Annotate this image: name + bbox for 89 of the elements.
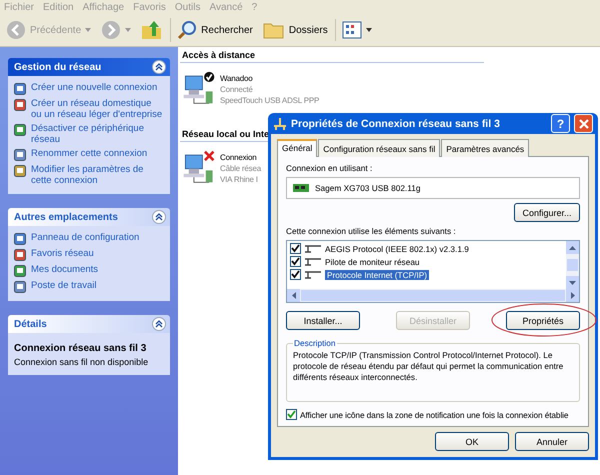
connection-device: SpeedTouch USB ADSL PPP bbox=[220, 95, 320, 106]
adapter-name: Sagem XG703 USB 802.11g bbox=[315, 183, 420, 193]
connect-using-label: Connexion en utilisant : bbox=[286, 163, 374, 173]
menu-item[interactable]: Avancé bbox=[209, 2, 243, 12]
tab[interactable]: Configuration réseaux sans fil bbox=[318, 139, 440, 157]
details-status: Connexion sans fil non disponible bbox=[14, 357, 150, 367]
collapse-icon[interactable] bbox=[152, 210, 166, 224]
description-title: Description bbox=[293, 338, 337, 348]
network-icon bbox=[273, 116, 287, 130]
task-link[interactable]: Favoris réseau bbox=[31, 248, 94, 259]
details-name: Connexion réseau sans fil 3 bbox=[14, 343, 148, 354]
checkbox[interactable] bbox=[290, 243, 301, 254]
menu-item[interactable]: ? bbox=[252, 2, 258, 12]
component-item[interactable]: AEGIS Protocol (IEEE 802.1x) v2.3.1.9 bbox=[325, 244, 469, 254]
tab[interactable]: Général bbox=[277, 139, 318, 157]
action-button[interactable]: Installer... bbox=[286, 311, 360, 330]
search-button[interactable]: Rechercher bbox=[170, 18, 256, 42]
panel-title: Autres emplacements bbox=[14, 212, 118, 222]
description-text: Protocole TCP/IP (Transmission Control Protocol/Internet Protocol). Le protocole de réseau étendu par défaut qui permet la communication entre différents réseaux interconnectés. bbox=[293, 350, 564, 383]
help-button[interactable]: ? bbox=[551, 114, 570, 133]
close-button[interactable] bbox=[574, 114, 593, 133]
protocol-icon bbox=[304, 257, 322, 266]
folder-arrow-icon bbox=[141, 20, 164, 40]
collapse-icon[interactable] bbox=[152, 317, 166, 331]
connection-device: VIA Rhine I bbox=[220, 174, 259, 185]
task-icon bbox=[14, 124, 26, 136]
task-icon bbox=[14, 165, 26, 177]
components-label: Cette connexion utilise les éléments suivants : bbox=[286, 226, 457, 236]
ok-button[interactable]: OK bbox=[435, 432, 509, 451]
protocol-icon bbox=[304, 270, 322, 279]
panel-header[interactable]: Gestion du réseau bbox=[8, 58, 170, 76]
task-icon bbox=[14, 83, 26, 95]
task-icon bbox=[14, 149, 26, 161]
connection-name: Wanadoo bbox=[220, 73, 254, 84]
checkbox[interactable] bbox=[286, 409, 297, 420]
connection-status: Câble résea bbox=[220, 163, 261, 174]
menu-item[interactable]: Favoris bbox=[133, 2, 166, 12]
task-link[interactable]: Désactiver ce périphérique réseau bbox=[31, 123, 164, 145]
vertical-scrollbar[interactable] bbox=[566, 241, 579, 289]
menu-item[interactable]: Affichage bbox=[82, 2, 124, 12]
task-link[interactable]: Poste de travail bbox=[31, 280, 96, 291]
task-link[interactable]: Créer un réseau domestique ou un réseau léger d'entreprise bbox=[31, 98, 164, 120]
panel-title: Gestion du réseau bbox=[14, 62, 102, 72]
tab[interactable]: Paramètres avancés bbox=[441, 139, 530, 157]
action-button[interactable]: Propriétés bbox=[506, 311, 580, 330]
close-icon bbox=[578, 118, 588, 128]
down-arrow-icon bbox=[569, 280, 576, 284]
dialog-title: Propriétés de Connexion réseau sans fil 3 bbox=[291, 118, 501, 130]
task-link[interactable]: Panneau de configuration bbox=[31, 232, 140, 243]
network-card-icon bbox=[293, 183, 309, 193]
checkbox[interactable] bbox=[290, 269, 301, 280]
connection-status: Connecté bbox=[220, 84, 254, 95]
left-arrow-icon bbox=[292, 292, 296, 299]
caret-icon bbox=[366, 28, 372, 32]
menu-item[interactable]: Outils bbox=[174, 2, 200, 12]
up-arrow-icon bbox=[569, 246, 576, 250]
task-icon bbox=[14, 233, 26, 245]
search-icon bbox=[177, 20, 198, 40]
collapse-icon[interactable] bbox=[152, 60, 166, 74]
folders-button[interactable]: Dossiers bbox=[260, 19, 331, 41]
task-link[interactable]: Renommer cette connexion bbox=[31, 148, 148, 159]
task-icon bbox=[14, 281, 26, 293]
horizontal-scrollbar[interactable] bbox=[287, 289, 579, 302]
task-link[interactable]: Mes documents bbox=[31, 264, 98, 275]
panel-title: Détails bbox=[14, 318, 47, 330]
group-header: Accès à distance bbox=[180, 49, 484, 63]
caret-icon bbox=[125, 28, 132, 32]
task-icon bbox=[14, 99, 26, 111]
menu-item[interactable]: Fichier bbox=[4, 2, 34, 12]
checkbox-label[interactable]: Afficher une icône dans la zone de notification une fois la connexion établie bbox=[300, 410, 568, 420]
connection-name: Connexion bbox=[220, 152, 258, 163]
protocol-icon bbox=[304, 244, 322, 253]
panel-header[interactable]: Autres emplacements bbox=[8, 208, 170, 226]
folder-icon bbox=[262, 21, 285, 39]
panel-header[interactable]: Détails bbox=[8, 315, 170, 333]
cancel-button[interactable]: Annuler bbox=[515, 432, 589, 451]
task-icon bbox=[14, 265, 26, 277]
component-item[interactable]: Pilote de moniteur réseau bbox=[325, 256, 420, 266]
configure-button[interactable]: Configurer... bbox=[514, 203, 580, 222]
task-link[interactable]: Modifier les paramètres de cette connexion bbox=[31, 164, 164, 186]
component-item[interactable]: Protocole Internet (TCP/IP) bbox=[325, 270, 430, 280]
right-arrow-icon bbox=[570, 292, 574, 299]
grid-icon bbox=[342, 21, 362, 39]
caret-icon bbox=[85, 28, 92, 32]
views-button[interactable] bbox=[334, 19, 375, 41]
checkbox[interactable] bbox=[290, 256, 301, 267]
menu-item[interactable]: Edition bbox=[43, 2, 74, 12]
task-icon bbox=[14, 249, 26, 261]
task-link[interactable]: Créer une nouvelle connexion bbox=[31, 82, 158, 93]
